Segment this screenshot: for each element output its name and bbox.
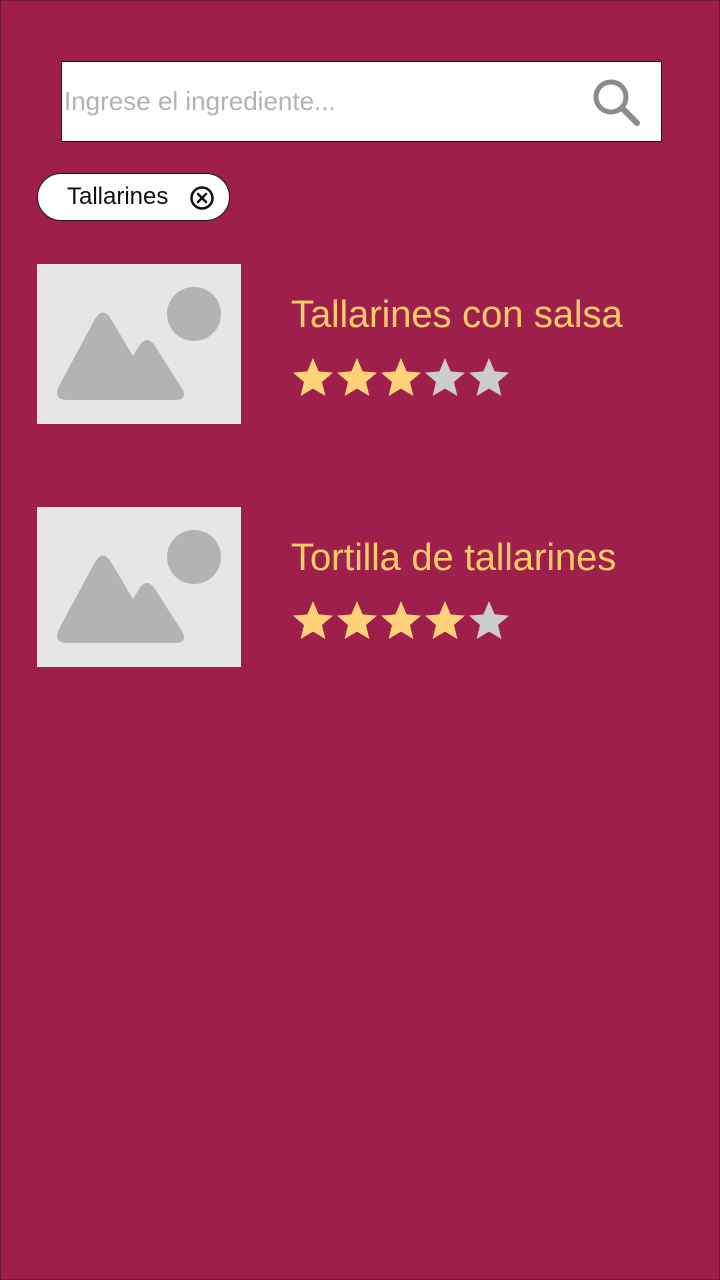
search-input[interactable] [64, 62, 574, 141]
image-placeholder-icon [57, 530, 221, 643]
app-screen: Tallarines Tallarines con salsa Tortilla… [0, 0, 720, 1280]
star-empty-icon [425, 358, 465, 396]
search-bar [61, 61, 662, 142]
recipe-thumbnail [37, 264, 241, 424]
recipe-item[interactable]: Tallarines con salsa [37, 264, 677, 424]
star-filled-icon [337, 601, 377, 639]
star-filled-icon [381, 358, 421, 396]
star-filled-icon [293, 358, 333, 396]
star-filled-icon [425, 601, 465, 639]
recipe-item[interactable]: Tortilla de tallarines [37, 507, 677, 667]
star-empty-icon [469, 358, 509, 396]
star-filled-icon [337, 358, 377, 396]
search-icon[interactable] [590, 76, 642, 128]
recipe-title: Tallarines con salsa [291, 294, 623, 336]
star-rating [291, 599, 521, 643]
filter-chip-tallarines[interactable]: Tallarines [37, 173, 230, 221]
recipe-thumbnail [37, 507, 241, 667]
close-circle-icon[interactable] [189, 185, 215, 211]
star-empty-icon [469, 601, 509, 639]
filter-chip-label: Tallarines [67, 183, 169, 210]
image-placeholder-icon [57, 287, 221, 400]
star-filled-icon [293, 601, 333, 639]
star-filled-icon [381, 601, 421, 639]
star-rating [291, 356, 521, 400]
recipe-title: Tortilla de tallarines [291, 537, 617, 579]
